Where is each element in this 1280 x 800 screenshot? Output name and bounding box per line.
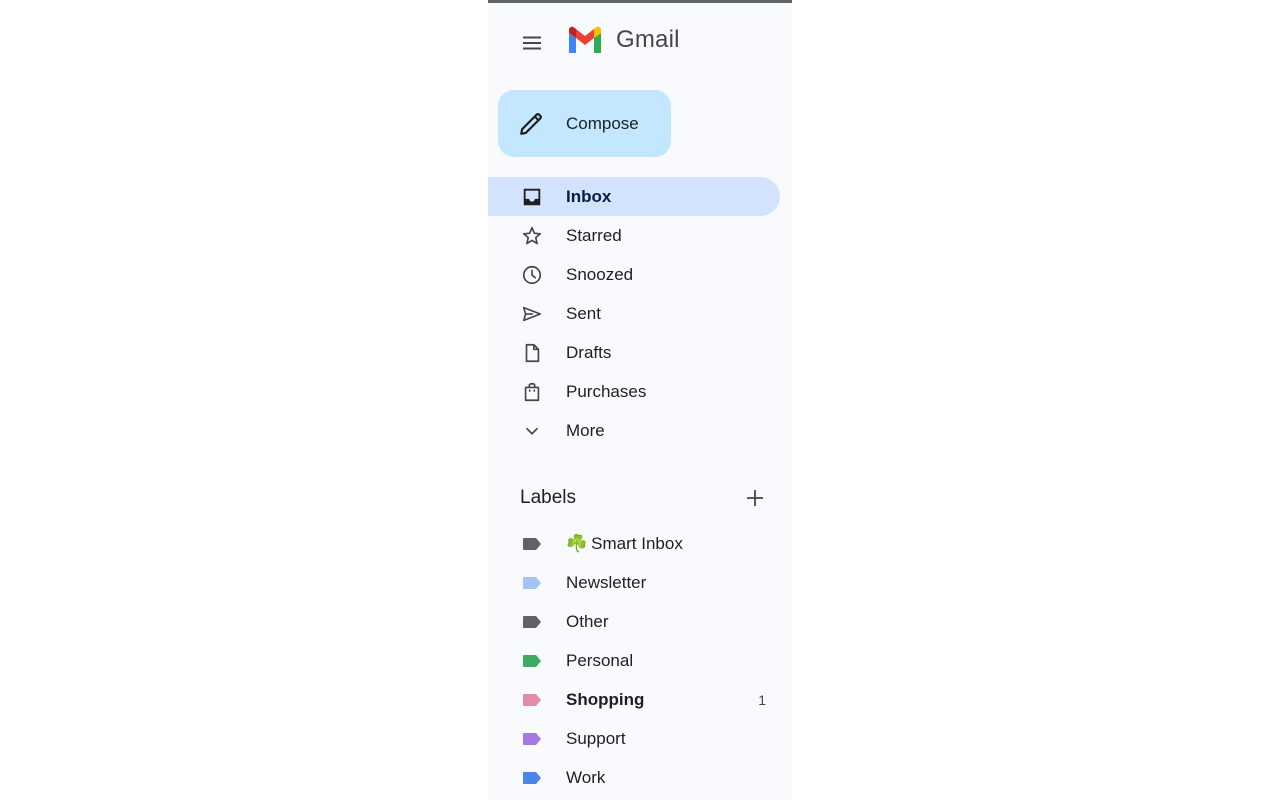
send-icon bbox=[520, 302, 544, 326]
hamburger-menu-icon bbox=[523, 36, 541, 50]
label-item-other[interactable]: Other bbox=[488, 603, 780, 642]
label-name: Smart Inbox bbox=[591, 534, 683, 554]
label-tag-icon bbox=[523, 655, 541, 668]
star-icon bbox=[520, 224, 544, 248]
label-name: Support bbox=[566, 728, 626, 748]
label-item-newsletter[interactable]: Newsletter bbox=[488, 564, 780, 603]
gmail-sidebar: Gmail Compose Inbox Starred Snoozed Sent… bbox=[488, 0, 792, 800]
compose-label: Compose bbox=[566, 113, 639, 133]
mail-folders-nav: Inbox Starred Snoozed Sent Drafts Purcha… bbox=[488, 177, 780, 450]
nav-item-drafts[interactable]: Drafts bbox=[488, 333, 780, 372]
label-tag-icon bbox=[523, 732, 541, 745]
label-tag-icon bbox=[523, 694, 541, 706]
label-tag-icon bbox=[523, 538, 541, 551]
nav-label-inbox: Inbox bbox=[566, 186, 612, 206]
nav-item-starred[interactable]: Starred bbox=[488, 216, 780, 255]
clock-icon bbox=[520, 263, 544, 287]
label-item-work[interactable]: Work bbox=[488, 758, 780, 797]
label-color-swatch bbox=[523, 538, 541, 551]
create-label-button[interactable] bbox=[740, 483, 770, 513]
label-tag-icon bbox=[523, 771, 541, 784]
nav-item-more[interactable]: More bbox=[488, 411, 780, 450]
plus-icon bbox=[747, 490, 763, 506]
nav-label-starred: Starred bbox=[566, 225, 622, 245]
nav-label-more: More bbox=[566, 420, 605, 440]
compose-button[interactable]: Compose bbox=[498, 90, 671, 157]
gmail-m-logo-icon bbox=[569, 26, 601, 53]
label-text: ☘️ Smart Inbox bbox=[566, 534, 683, 554]
label-tag-icon bbox=[523, 616, 541, 629]
draft-file-icon bbox=[520, 341, 544, 365]
app-name: Gmail bbox=[616, 26, 680, 53]
chevron-down-icon bbox=[520, 419, 544, 443]
label-item-support[interactable]: Support bbox=[488, 719, 780, 758]
label-item-smart-inbox[interactable]: ☘️ Smart Inbox bbox=[488, 525, 780, 564]
nav-label-sent: Sent bbox=[566, 303, 601, 323]
nav-label-drafts: Drafts bbox=[566, 342, 612, 362]
pencil-icon bbox=[520, 112, 542, 135]
label-name: Other bbox=[566, 612, 609, 632]
nav-label-purchases: Purchases bbox=[566, 381, 647, 401]
label-tag-icon bbox=[523, 577, 541, 590]
label-item-personal[interactable]: Personal bbox=[488, 642, 780, 681]
labels-title: Labels bbox=[520, 487, 576, 508]
label-name: Personal bbox=[566, 651, 634, 671]
unread-count: 1 bbox=[758, 692, 766, 708]
gmail-logo[interactable]: Gmail bbox=[566, 26, 680, 54]
nav-item-sent[interactable]: Sent bbox=[488, 294, 780, 333]
labels-header: Labels bbox=[520, 483, 770, 513]
label-name: Shopping bbox=[566, 690, 645, 709]
nav-item-purchases[interactable]: Purchases bbox=[488, 372, 780, 411]
labels-list: ☘️ Smart Inbox Newsletter Other Personal … bbox=[488, 525, 780, 797]
shopping-bag-icon bbox=[520, 380, 544, 404]
label-item-shopping[interactable]: Shopping 1 bbox=[488, 681, 780, 720]
nav-item-snoozed[interactable]: Snoozed bbox=[488, 255, 780, 294]
label-name: Newsletter bbox=[566, 573, 647, 593]
nav-item-inbox[interactable]: Inbox bbox=[488, 177, 780, 216]
clover-emoji-icon: ☘️ bbox=[566, 534, 588, 554]
label-name: Work bbox=[566, 767, 606, 787]
nav-label-snoozed: Snoozed bbox=[566, 264, 634, 284]
inbox-icon bbox=[520, 185, 544, 209]
main-menu-button[interactable] bbox=[512, 23, 552, 63]
